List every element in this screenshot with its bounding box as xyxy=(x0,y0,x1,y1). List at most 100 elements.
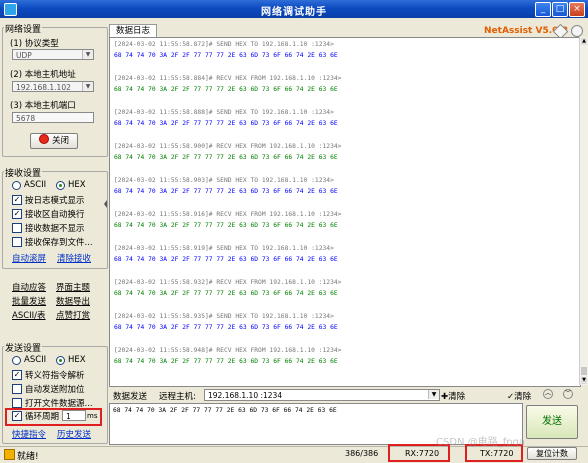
file-source-checkbox[interactable] xyxy=(12,398,22,408)
escape-parse-label: 转义符指令解析 xyxy=(25,371,85,381)
minimize-button[interactable]: _ xyxy=(535,2,551,17)
protocol-value: UDP xyxy=(16,51,32,60)
quick-command-link[interactable]: 快捷指令 xyxy=(12,428,46,440)
collapse-down-icon[interactable]: ﹀ xyxy=(563,389,573,399)
export-link[interactable]: 数据导出 xyxy=(56,295,90,307)
loop-period-input[interactable]: 1 xyxy=(62,410,86,421)
tx-counter: TX:7720 xyxy=(480,449,514,458)
chevron-down-icon: ▼ xyxy=(82,50,93,59)
clear-send-left-label: 清除 xyxy=(448,392,466,402)
scroll-up-icon[interactable]: ▲ xyxy=(581,38,587,45)
auto-scroll-link[interactable]: 自动滚屏 xyxy=(12,252,46,264)
record-icon xyxy=(38,134,49,144)
close-window-button[interactable]: × xyxy=(569,2,585,17)
log-entry-payload: 68 74 74 70 3A 2F 2F 77 77 77 2E 63 6D 7… xyxy=(114,52,338,59)
log-entry-header: [2024-03-02 11:55:58.919]# SEND HEX TO 1… xyxy=(114,245,334,252)
watermark: CSDN @电路_fpga xyxy=(436,437,526,448)
log-mode-label: 按日志模式显示 xyxy=(25,196,85,206)
power-icon[interactable] xyxy=(571,25,583,37)
log-entry-header: [2024-03-02 11:55:58.900]# RECV HEX FROM… xyxy=(114,143,342,150)
clear-receive-link[interactable]: 清除接收 xyxy=(57,252,91,264)
window-title: 网络调试助手 xyxy=(261,7,327,18)
log-entry-header: [2024-03-02 11:55:58.903]# SEND HEX TO 1… xyxy=(114,177,334,184)
send-hex-label: HEX xyxy=(68,355,86,365)
auto-wrap-checkbox[interactable]: ✓ xyxy=(12,209,22,219)
loop-period-checkbox[interactable]: ✓ xyxy=(12,411,22,421)
clear-send-left-button[interactable]: ✚清除 xyxy=(441,390,465,402)
send-text-value: 68 74 74 70 3A 2F 2F 77 77 77 2E 63 6D 7… xyxy=(113,407,337,414)
scroll-thumb[interactable] xyxy=(581,367,587,375)
local-port-value: 5678 xyxy=(16,114,36,123)
log-entry-header: [2024-03-02 11:55:58.932]# RECV HEX FROM… xyxy=(114,279,342,286)
receive-ascii-label: ASCII xyxy=(24,180,47,190)
local-port-label: (3) 本地主机端口 xyxy=(10,101,76,111)
log-entry-header: [2024-03-02 11:55:58.948]# RECV HEX FROM… xyxy=(114,347,342,354)
scroll-down-icon[interactable]: ▼ xyxy=(581,377,587,384)
donate-link[interactable]: 点赞打赏 xyxy=(56,309,90,321)
send-ascii-radio[interactable] xyxy=(12,356,21,365)
title-bar[interactable]: 网络调试助手 _ □ × xyxy=(0,0,588,18)
network-settings-title: 网络设置 xyxy=(4,22,43,35)
chevron-down-icon: ▼ xyxy=(428,390,439,399)
chevron-down-icon: ▼ xyxy=(82,82,93,91)
hide-receive-checkbox[interactable] xyxy=(12,223,22,233)
rx-counter: RX:7720 xyxy=(405,449,440,458)
history-send-link[interactable]: 历史发送 xyxy=(57,428,91,440)
log-entry-header: [2024-03-02 11:55:58.872]# SEND HEX TO 1… xyxy=(114,41,334,48)
send-button[interactable]: 发送 xyxy=(526,405,578,439)
log-entry-payload: 68 74 74 70 3A 2F 2F 77 77 77 2E 63 6D 7… xyxy=(114,120,338,127)
theme-link[interactable]: 界面主题 xyxy=(56,281,90,293)
status-icon xyxy=(4,449,15,460)
log-entry-header: [2024-03-02 11:55:58.916]# RECV HEX FROM… xyxy=(114,211,342,218)
local-port-input[interactable]: 5678 xyxy=(12,112,94,123)
close-connection-label: 关闭 xyxy=(51,136,69,146)
send-settings-title: 发送设置 xyxy=(4,341,43,354)
clear-send-right-label: 清除 xyxy=(514,392,532,402)
reset-count-label: 复位计数 xyxy=(536,449,568,458)
log-scrollbar[interactable]: ▲ ▼ xyxy=(579,37,588,385)
receive-hex-radio[interactable] xyxy=(56,181,65,190)
close-connection-button[interactable]: 关闭 xyxy=(30,133,78,149)
append-bits-label: 自动发送附加位 xyxy=(25,385,85,395)
send-button-label: 发送 xyxy=(542,416,562,427)
panel-splitter[interactable] xyxy=(104,150,107,270)
ascii-table-link[interactable]: ASCII/表 xyxy=(12,309,46,321)
receive-settings-title: 接收设置 xyxy=(4,166,43,179)
append-bits-checkbox[interactable] xyxy=(12,384,22,394)
status-ready: 就绪! xyxy=(17,452,39,462)
receive-hex-label: HEX xyxy=(68,180,86,190)
tab-data-log[interactable]: 数据日志 xyxy=(109,24,157,37)
auto-reply-link[interactable]: 自动应答 xyxy=(12,281,46,293)
loop-period-label: 循环周期 xyxy=(25,412,60,422)
save-to-file-checkbox[interactable] xyxy=(12,237,22,247)
loop-period-unit: ms xyxy=(87,412,98,420)
local-host-select[interactable]: 192.168.1.102 ▼ xyxy=(12,81,94,92)
protocol-select[interactable]: UDP ▼ xyxy=(12,49,94,60)
reset-count-button[interactable]: 复位计数 xyxy=(527,447,577,460)
batch-send-link[interactable]: 批量发送 xyxy=(12,295,46,307)
log-entry-payload: 68 74 74 70 3A 2F 2F 77 77 77 2E 63 6D 7… xyxy=(114,358,338,365)
log-entry-payload: 68 74 74 70 3A 2F 2F 77 77 77 2E 63 6D 7… xyxy=(114,256,338,263)
clear-send-right-button[interactable]: ✓清除 xyxy=(507,390,531,402)
loop-period-value: 1 xyxy=(66,412,71,421)
protocol-label: (1) 协议类型 xyxy=(10,39,59,49)
collapse-up-icon[interactable]: ︿ xyxy=(543,389,553,399)
remote-host-value: 192.168.1.10 :1234 xyxy=(208,391,283,400)
data-log-area[interactable]: [2024-03-02 11:55:58.872]# SEND HEX TO 1… xyxy=(109,37,581,387)
log-mode-checkbox[interactable]: ✓ xyxy=(12,195,22,205)
log-entry-payload: 68 74 74 70 3A 2F 2F 77 77 77 2E 63 6D 7… xyxy=(114,324,338,331)
send-ascii-label: ASCII xyxy=(24,355,47,365)
log-entry-header: [2024-03-02 11:55:58.884]# RECV HEX FROM… xyxy=(114,75,342,82)
hide-receive-label: 接收数据不显示 xyxy=(25,224,85,234)
save-to-file-label: 接收保存到文件... xyxy=(25,238,93,248)
log-entry-header: [2024-03-02 11:55:58.888]# SEND HEX TO 1… xyxy=(114,109,334,116)
escape-parse-checkbox[interactable]: ✓ xyxy=(12,370,22,380)
remote-host-select[interactable]: 192.168.1.10 :1234 ▼ xyxy=(204,389,440,401)
log-entry-payload: 68 74 74 70 3A 2F 2F 77 77 77 2E 63 6D 7… xyxy=(114,188,338,195)
maximize-button[interactable]: □ xyxy=(552,2,568,17)
tab-data-send[interactable]: 数据发送 xyxy=(113,390,147,402)
receive-ascii-radio[interactable] xyxy=(12,181,21,190)
status-count: 386/386 xyxy=(345,449,379,458)
send-hex-radio[interactable] xyxy=(56,356,65,365)
auto-wrap-label: 接收区自动换行 xyxy=(25,210,85,220)
